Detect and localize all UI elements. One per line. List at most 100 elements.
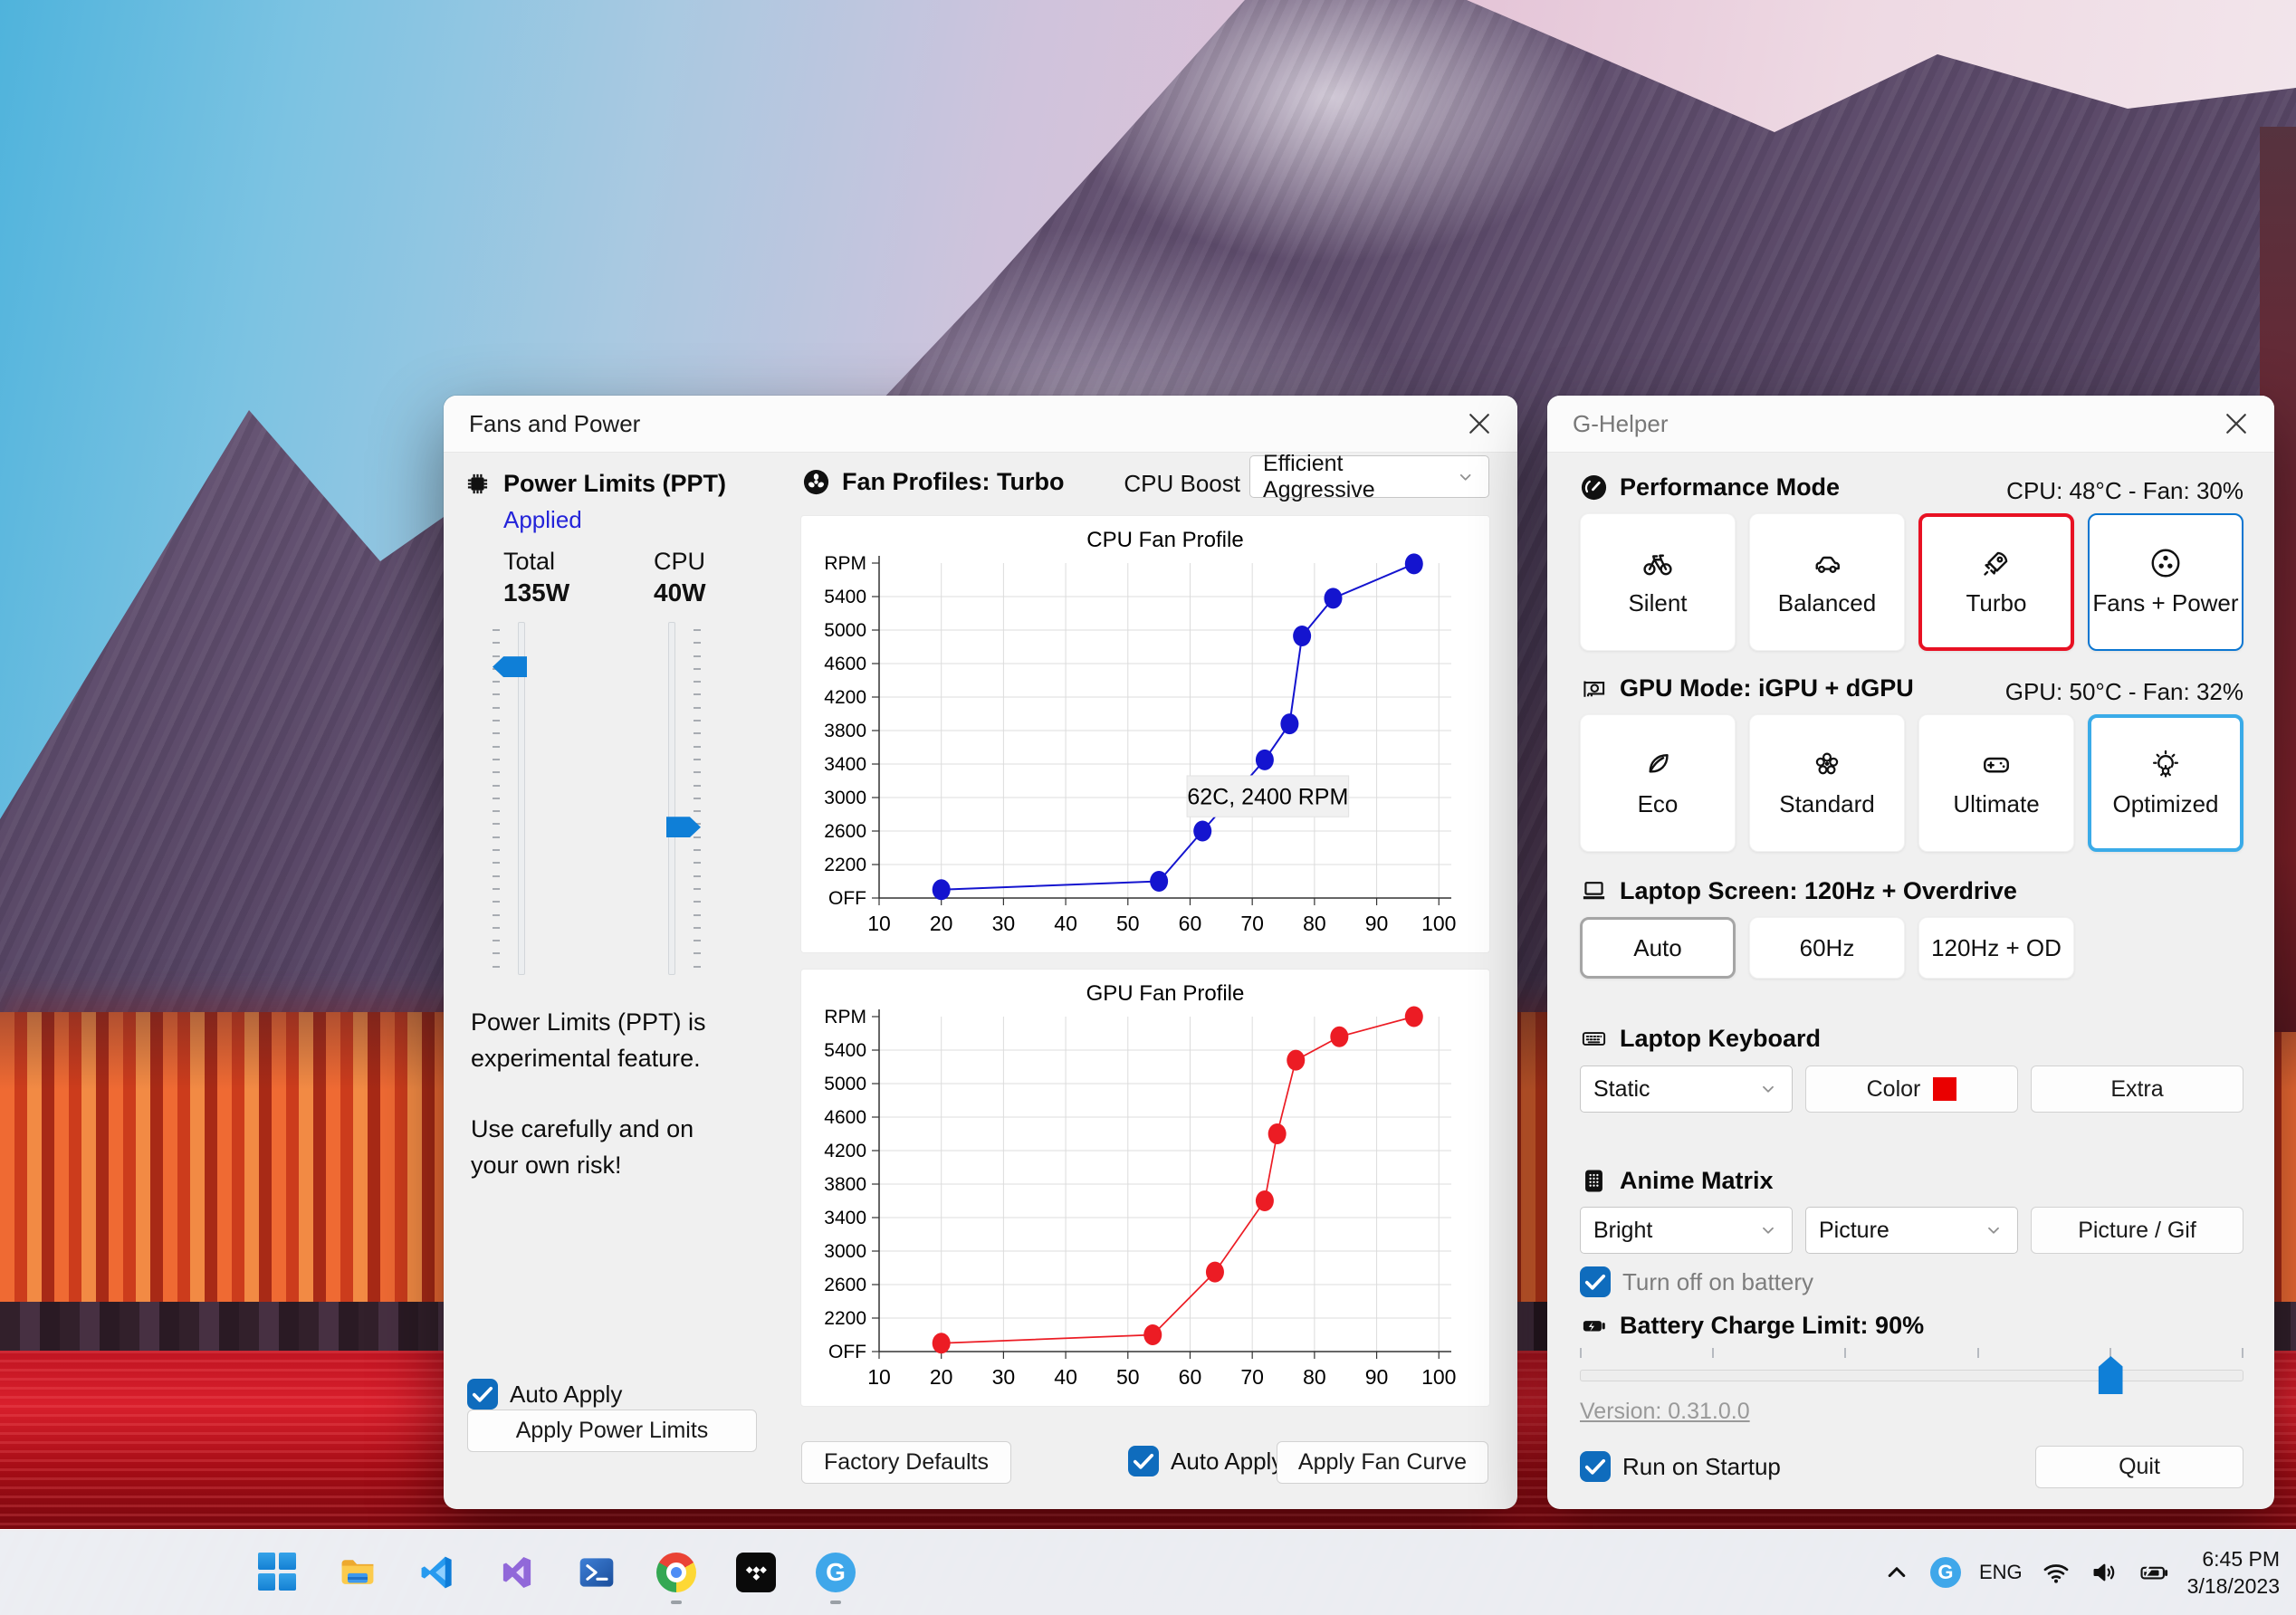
- battery-icon[interactable]: [2138, 1557, 2169, 1588]
- slider-ticks: [493, 629, 500, 968]
- gpu-fan-chart[interactable]: GPU Fan Profile OFF 2200 2600 3000 3400 3800 42…: [801, 970, 1489, 1406]
- cpu-fan-chart[interactable]: CPU Fan Profile OFF 2200 2600 3000 3400 3800 42…: [801, 516, 1489, 952]
- svg-text:80: 80: [1303, 912, 1326, 935]
- svg-text:2200: 2200: [824, 1308, 866, 1329]
- battery-slider-thumb[interactable]: [2098, 1356, 2123, 1394]
- button-label: Standard: [1779, 790, 1875, 817]
- performance-silent-button[interactable]: Silent: [1580, 513, 1736, 651]
- laptop-screen-title: Laptop Screen: 120Hz + Overdrive: [1620, 877, 2017, 904]
- performance-balanced-button[interactable]: Balanced: [1749, 513, 1905, 651]
- svg-text:5400: 5400: [824, 1040, 866, 1061]
- performance-fans-power-button[interactable]: Fans + Power: [2088, 513, 2243, 651]
- svg-text:70: 70: [1240, 1365, 1264, 1389]
- laptop-keyboard-header: Laptop Keyboard: [1580, 1025, 1821, 1053]
- gpu-mode-optimized-button[interactable]: Optimized: [2088, 714, 2243, 852]
- version-link[interactable]: Version: 0.31.0.0: [1580, 1399, 1750, 1425]
- chevron-up-icon[interactable]: [1881, 1557, 1912, 1588]
- cpu-fan-curve-point[interactable]: [1255, 749, 1274, 770]
- gpu-mode-eco-button[interactable]: Eco: [1580, 714, 1736, 852]
- gpu-fan-curve-point[interactable]: [1255, 1190, 1274, 1211]
- anime-battery-off-checkbox[interactable]: Turn off on battery: [1580, 1266, 1813, 1297]
- svg-text:3800: 3800: [824, 721, 866, 741]
- gpu-fan-curve-point[interactable]: [932, 1333, 951, 1354]
- slider-track[interactable]: [1580, 1370, 2243, 1381]
- ppt-warning-text-1: Power Limits (PPT) is experimental featu…: [471, 1008, 706, 1072]
- fans-window-titlebar[interactable]: Fans and Power: [444, 396, 1517, 453]
- close-icon[interactable]: [1463, 407, 1496, 440]
- cpu-power-slider[interactable]: [630, 622, 713, 975]
- auto-apply-fan-checkbox[interactable]: Auto Apply: [1128, 1446, 1283, 1476]
- factory-defaults-button[interactable]: Factory Defaults: [801, 1441, 1011, 1484]
- keyboard-mode-dropdown[interactable]: Static: [1580, 1066, 1793, 1113]
- screen-60hz-button[interactable]: 60Hz: [1749, 917, 1905, 979]
- svg-text:60: 60: [1179, 1365, 1202, 1389]
- button-label: Balanced: [1777, 589, 1877, 616]
- applied-link[interactable]: Applied: [503, 506, 582, 534]
- g-helper-taskbar-icon[interactable]: G: [808, 1538, 864, 1607]
- total-power-slider[interactable]: [480, 622, 563, 975]
- gpu-fan-curve-point[interactable]: [1404, 1006, 1423, 1027]
- explorer-taskbar-icon[interactable]: [330, 1538, 386, 1607]
- keyboard-extra-button[interactable]: Extra: [2031, 1066, 2243, 1113]
- cpu-boost-dropdown[interactable]: Efficient Aggressive: [1249, 451, 1489, 502]
- tidal-taskbar-icon[interactable]: [728, 1538, 784, 1607]
- svg-text:4600: 4600: [824, 654, 866, 674]
- gpu-fan-curve-point[interactable]: [1143, 1324, 1162, 1345]
- gpu-fan-curve-point[interactable]: [1330, 1026, 1349, 1047]
- anime-picture-gif-button[interactable]: Picture / Gif: [2031, 1207, 2243, 1254]
- cpu-fan-curve-point[interactable]: [932, 879, 951, 901]
- svg-text:3000: 3000: [824, 1241, 866, 1262]
- anime-brightness-dropdown[interactable]: Bright: [1580, 1207, 1793, 1254]
- language-indicator[interactable]: ENG: [1979, 1561, 2023, 1584]
- anime-running-dropdown[interactable]: Picture: [1805, 1207, 2018, 1254]
- svg-text:40: 40: [1054, 1365, 1077, 1389]
- close-icon[interactable]: [2220, 407, 2253, 440]
- gpu-fan-curve-point[interactable]: [1268, 1123, 1287, 1144]
- start-taskbar-icon[interactable]: [250, 1538, 306, 1607]
- wifi-icon[interactable]: [2041, 1557, 2071, 1588]
- anime-matrix-title: Anime Matrix: [1620, 1167, 1774, 1194]
- quit-button[interactable]: Quit: [2035, 1446, 2243, 1488]
- svg-text:20: 20: [930, 1365, 953, 1389]
- cpu-fan-curve-point[interactable]: [1150, 871, 1169, 892]
- gpu-mode-standard-button[interactable]: Standard: [1749, 714, 1905, 852]
- slider-track[interactable]: [668, 622, 675, 975]
- cpu-boost-label: CPU Boost: [1124, 470, 1240, 497]
- svg-text:5000: 5000: [824, 1074, 866, 1094]
- screen-auto-button[interactable]: Auto: [1580, 917, 1736, 979]
- gpu-fan-curve-point[interactable]: [1287, 1049, 1306, 1071]
- svg-text:3400: 3400: [824, 754, 866, 775]
- screen-120hz-od-button[interactable]: 120Hz + OD: [1918, 917, 2074, 979]
- button-label: Silent: [1628, 589, 1688, 616]
- power-limits-header: Power Limits (PPT): [464, 470, 726, 498]
- ghelper-window: G-Helper Performance Mode CPU: 48°C - Fa…: [1547, 396, 2274, 1509]
- run-on-startup-checkbox[interactable]: Run on Startup: [1580, 1451, 1781, 1482]
- visual-studio-taskbar-icon[interactable]: [489, 1538, 545, 1607]
- powershell-taskbar-icon[interactable]: [569, 1538, 625, 1607]
- svg-text:RPM: RPM: [824, 1007, 866, 1027]
- taskbar-clock[interactable]: 6:45 PM 3/18/2023: [2187, 1545, 2280, 1600]
- ghelper-tray-icon[interactable]: G: [1929, 1557, 1961, 1588]
- svg-text:30: 30: [992, 912, 1016, 935]
- gpu-mode-title: GPU Mode: iGPU + dGPU: [1620, 674, 1914, 702]
- cpu-fan-curve-point[interactable]: [1293, 625, 1312, 646]
- cpu-fan-curve-point[interactable]: [1324, 588, 1343, 609]
- battery-limit-slider[interactable]: [1580, 1348, 2243, 1394]
- ghelper-titlebar[interactable]: G-Helper: [1547, 396, 2274, 453]
- vscode-taskbar-icon[interactable]: [409, 1538, 465, 1607]
- cpu-fan-curve-point[interactable]: [1193, 820, 1212, 842]
- anime-matrix-header: Anime Matrix: [1580, 1167, 1774, 1195]
- svg-text:90: 90: [1365, 912, 1389, 935]
- chrome-taskbar-icon[interactable]: [648, 1538, 704, 1607]
- keyboard-color-button[interactable]: Color: [1805, 1066, 2018, 1113]
- cpu-fan-curve-point[interactable]: [1404, 553, 1423, 575]
- gpu-mode-ultimate-button[interactable]: Ultimate: [1918, 714, 2074, 852]
- powershell-app-icon: [577, 1553, 617, 1592]
- auto-apply-power-checkbox[interactable]: Auto Apply: [467, 1379, 622, 1410]
- apply-fan-curve-button[interactable]: Apply Fan Curve: [1277, 1441, 1488, 1484]
- volume-icon[interactable]: [2090, 1557, 2120, 1588]
- performance-turbo-button[interactable]: Turbo: [1918, 513, 2074, 651]
- cpu-fan-curve-point[interactable]: [1280, 713, 1299, 735]
- apply-power-limits-button[interactable]: Apply Power Limits: [467, 1410, 757, 1452]
- gpu-fan-curve-point[interactable]: [1205, 1261, 1224, 1283]
